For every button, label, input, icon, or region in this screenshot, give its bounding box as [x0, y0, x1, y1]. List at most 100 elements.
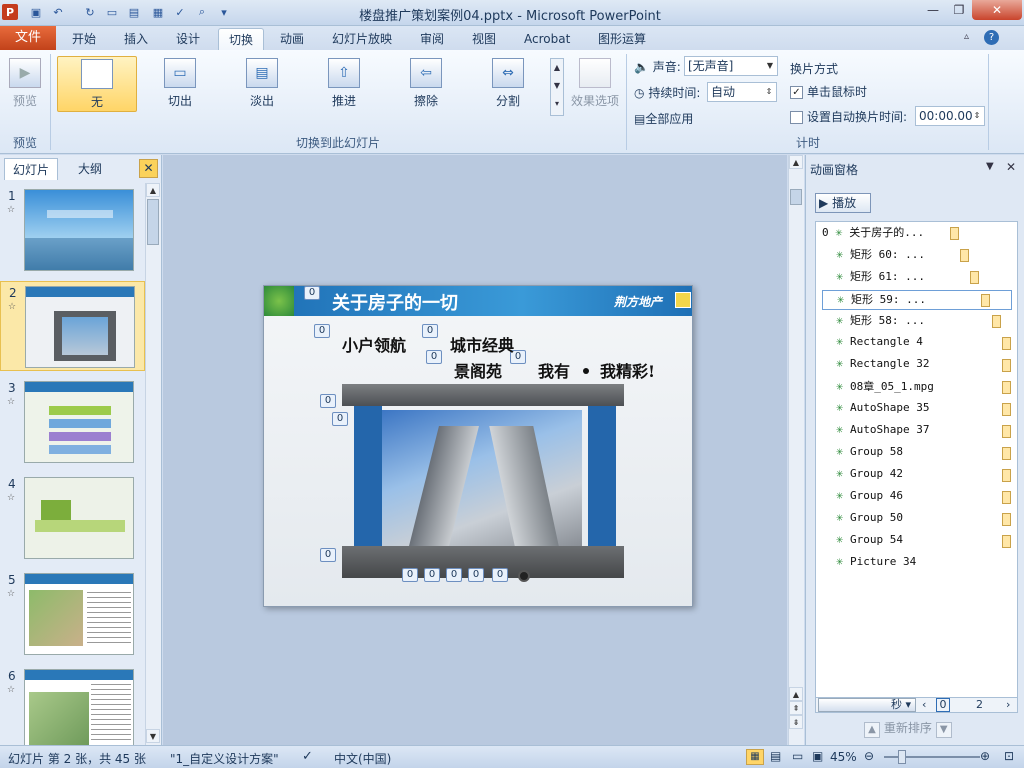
animation-item[interactable]: ✳ 08章_05_1.mpg	[822, 378, 1012, 398]
move-up-icon[interactable]: ▲	[864, 722, 880, 738]
powerpoint-logo-icon[interactable]: P	[2, 4, 18, 20]
pane-menu-icon[interactable]: ▼	[986, 161, 994, 172]
tab-slideshow[interactable]: 幻灯片放映	[322, 28, 402, 50]
save-icon[interactable]: ▣	[28, 4, 44, 20]
play-button[interactable]: ▶ 播放	[815, 193, 871, 213]
sorter-view-icon[interactable]: ▤	[770, 749, 781, 763]
tab-design[interactable]: 设计	[166, 28, 210, 50]
timeline-bar[interactable]: 秒 ▾ ‹ 0 2 ›	[815, 697, 1018, 713]
ribbon-collapse-icon[interactable]: ▵	[964, 31, 969, 42]
theme-name[interactable]: "1_自定义设计方案"	[170, 750, 279, 767]
transition-wipe[interactable]: ⇦ 擦除	[386, 56, 466, 112]
animation-badge[interactable]: 0	[332, 412, 348, 426]
checkbox-checked[interactable]: ✓	[790, 86, 803, 99]
animation-item[interactable]: ✳ 矩形 58: ...	[822, 312, 1012, 332]
animation-item[interactable]: ✳ Rectangle 4	[822, 334, 1012, 354]
spelling-icon[interactable]: ✓	[172, 4, 188, 20]
transition-cut[interactable]: ▭ 切出	[140, 56, 220, 112]
tab-transitions[interactable]: 切换	[218, 28, 265, 50]
scroll-thumb[interactable]	[790, 189, 802, 205]
apply-all-button[interactable]: ▤全部应用	[634, 110, 693, 127]
scale-left-icon[interactable]: ‹	[922, 698, 926, 711]
animation-item[interactable]: ✳ 矩形 61: ...	[822, 268, 1012, 288]
animation-badge[interactable]: 0	[468, 568, 484, 582]
slide-line2c[interactable]: 我精彩!	[600, 358, 655, 382]
auto-time-stepper[interactable]: 00:00.00 ⇕	[915, 106, 985, 126]
help-icon[interactable]: ?	[984, 30, 999, 45]
timing-bar[interactable]	[950, 227, 959, 240]
timing-bar[interactable]	[981, 294, 990, 307]
timing-bar[interactable]	[1002, 359, 1011, 372]
timing-bar[interactable]	[1002, 535, 1011, 548]
slide-thumbnail[interactable]: 4 ☆	[0, 473, 145, 563]
animation-item[interactable]: ✳ Group 42	[822, 466, 1012, 486]
gallery-scroll[interactable]: ▲ ▼ ▾	[550, 58, 564, 116]
zoom-thumb[interactable]	[898, 750, 906, 764]
transition-push[interactable]: ⇧ 推进	[304, 56, 384, 112]
zoom-in-icon[interactable]: ⊕	[980, 749, 990, 763]
new-icon[interactable]: ▭	[104, 4, 120, 20]
tab-outline[interactable]: 大纲	[70, 158, 110, 180]
tab-insert[interactable]: 插入	[114, 28, 158, 50]
animation-badge[interactable]: 0	[320, 394, 336, 408]
slide-line2a[interactable]: 景阁苑	[454, 358, 502, 382]
slide-line1b[interactable]: 城市经典	[450, 332, 514, 356]
animation-badge[interactable]: 0	[320, 548, 336, 562]
slide[interactable]: 关于房子的一切 荆方地产 0 0 0 0 0 0 0 0 0 小户领航 城市经典…	[263, 285, 693, 607]
animation-item[interactable]: ✳ Picture 34	[822, 554, 1012, 574]
slides-scrollbar[interactable]: ▲ ▼	[145, 183, 161, 745]
tab-acrobat[interactable]: Acrobat	[514, 28, 580, 50]
seconds-select[interactable]: 秒 ▾	[818, 698, 916, 712]
timing-bar[interactable]	[1002, 447, 1011, 460]
slide-thumbnail[interactable]: 3 ☆	[0, 377, 145, 467]
move-down-icon[interactable]: ▼	[935, 722, 952, 738]
auto-advance-checkbox[interactable]: 设置自动换片时间:	[790, 108, 907, 125]
timing-bar[interactable]	[970, 271, 979, 284]
animation-badge[interactable]: 0	[492, 568, 508, 582]
close-panel-icon[interactable]: ✕	[139, 159, 158, 178]
scale-right-icon[interactable]: ›	[1006, 698, 1010, 711]
timing-bar[interactable]	[1002, 337, 1011, 350]
animation-item-selected[interactable]: ✳ 矩形 59: ...	[822, 290, 1012, 310]
tab-view[interactable]: 视图	[462, 28, 506, 50]
slide-title[interactable]: 关于房子的一切	[332, 289, 458, 315]
on-click-checkbox[interactable]: ✓ 单击鼠标时	[790, 83, 867, 100]
redo-icon[interactable]: ↻	[82, 4, 98, 20]
timing-bar[interactable]	[992, 315, 1001, 328]
animation-badge[interactable]: 0	[424, 568, 440, 582]
slideshow-view-icon[interactable]: ▣	[812, 749, 823, 763]
timing-bar[interactable]	[960, 249, 969, 262]
tab-slides[interactable]: 幻灯片	[4, 158, 59, 180]
fit-window-icon[interactable]: ⊡	[1004, 749, 1014, 763]
slide-thumbnail[interactable]: 6 ☆	[0, 665, 145, 755]
preview-icon[interactable]: ⌕	[194, 4, 210, 20]
scroll-up-icon[interactable]: ▲	[789, 155, 803, 169]
zoom-level[interactable]: 45%	[830, 750, 857, 764]
animation-item[interactable]: ✳ Group 58	[822, 444, 1012, 464]
tab-animations[interactable]: 动画	[270, 28, 314, 50]
animation-item[interactable]: ✳ Rectangle 32	[822, 356, 1012, 376]
animation-item[interactable]: ✳ Group 46	[822, 488, 1012, 508]
animation-item[interactable]: ✳ AutoShape 35	[822, 400, 1012, 420]
animation-item[interactable]: ✳ 矩形 60: ...	[822, 246, 1012, 266]
animation-item[interactable]: ✳ Group 50	[822, 510, 1012, 530]
open-icon[interactable]: ▤	[126, 4, 142, 20]
transition-none[interactable]: 无	[57, 56, 137, 112]
animation-item[interactable]: ✳ AutoShape 37	[822, 422, 1012, 442]
close-icon[interactable]: ✕	[972, 0, 1022, 20]
animation-item[interactable]: ✳ Group 54	[822, 532, 1012, 552]
scroll-down-icon[interactable]: ▼	[146, 729, 160, 743]
slide-line1a[interactable]: 小户领航	[342, 332, 406, 356]
timing-bar[interactable]	[1002, 403, 1011, 416]
reading-view-icon[interactable]: ▭	[792, 749, 803, 763]
minimize-icon[interactable]: —	[920, 0, 946, 20]
scroll-up-icon[interactable]: ▲	[789, 687, 803, 701]
animation-badge[interactable]: 0	[422, 324, 438, 338]
timing-bar[interactable]	[1002, 425, 1011, 438]
animation-badge[interactable]: 0	[402, 568, 418, 582]
effect-options-button[interactable]: 效果选项	[566, 56, 624, 112]
transition-split[interactable]: ⇔ 分割	[468, 56, 548, 112]
spelling-check-icon[interactable]: ✓	[302, 749, 313, 764]
animation-badge[interactable]: 0	[426, 350, 442, 364]
animation-badge[interactable]: 0	[446, 568, 462, 582]
